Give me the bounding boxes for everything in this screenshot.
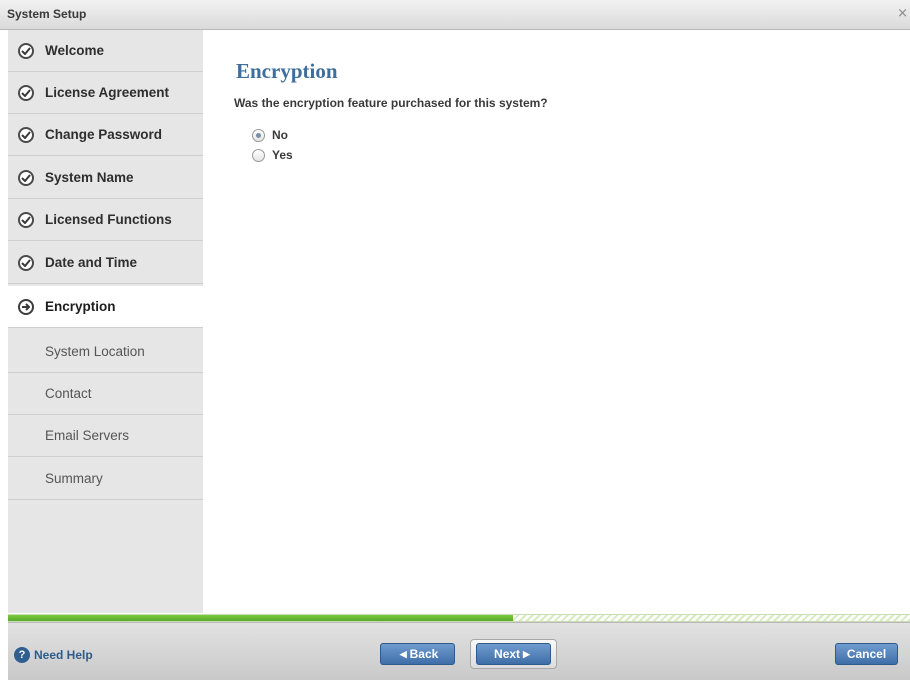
sidebar-item-label: Encryption (45, 299, 116, 314)
option-label: Yes (272, 148, 293, 162)
sidebar-item-label: Date and Time (45, 255, 138, 270)
next-label: Next (494, 647, 521, 661)
sidebar-item-label: Summary (45, 471, 103, 486)
back-button[interactable]: ◀ Back (380, 643, 455, 665)
arrow-left-icon: ◀ (399, 648, 407, 659)
option-label: No (272, 128, 288, 142)
footer: ? Need Help ◀ Back Next ▶ Cancel (8, 622, 910, 680)
sidebar-item-summary[interactable]: Summary (8, 458, 203, 500)
sidebar-item-change-password[interactable]: Change Password (8, 114, 203, 156)
option-yes[interactable]: Yes (252, 148, 293, 162)
sidebar-item-label: Email Servers (45, 428, 130, 443)
main-panel: Encryption Was the encryption feature pu… (203, 30, 910, 613)
sidebar-item-welcome[interactable]: Welcome (8, 30, 203, 72)
sidebar-item-date-and-time[interactable]: Date and Time (8, 242, 203, 284)
sidebar-item-license-agreement[interactable]: License Agreement (8, 72, 203, 114)
sidebar-item-email-servers[interactable]: Email Servers (8, 415, 203, 457)
sidebar: Welcome License Agreement Change Passwor… (8, 30, 203, 613)
back-label: Back (409, 647, 439, 661)
sidebar-item-label: Contact (45, 386, 92, 401)
sidebar-item-label: License Agreement (45, 85, 170, 100)
cancel-button[interactable]: Cancel (835, 643, 898, 665)
check-circle-icon (18, 169, 34, 186)
close-icon[interactable]: × (897, 6, 908, 21)
radio-button-no[interactable] (252, 128, 265, 142)
sidebar-item-licensed-functions[interactable]: Licensed Functions (8, 199, 203, 241)
sidebar-item-label: System Location (45, 344, 145, 359)
option-no[interactable]: No (252, 128, 288, 142)
window-title: System Setup (7, 7, 87, 21)
sidebar-item-label: Licensed Functions (45, 212, 172, 227)
check-circle-icon (18, 211, 34, 228)
need-help-label: Need Help (34, 648, 93, 662)
page-title: Encryption (236, 59, 338, 83)
sidebar-item-system-name[interactable]: System Name (8, 157, 203, 199)
progress-bar (8, 614, 910, 622)
sidebar-item-system-location[interactable]: System Location (8, 331, 203, 373)
sidebar-item-contact[interactable]: Contact (8, 373, 203, 415)
sidebar-item-label: Welcome (45, 43, 105, 58)
arrow-right-icon: ▶ (523, 648, 530, 659)
sidebar-item-label: System Name (45, 170, 134, 185)
check-circle-icon (18, 126, 34, 143)
sidebar-item-encryption[interactable]: Encryption (8, 286, 203, 328)
need-help-link[interactable]: ? Need Help (14, 647, 93, 663)
check-circle-icon (18, 254, 34, 271)
check-circle-icon (18, 42, 34, 59)
question-label: Was the encryption feature purchased for… (234, 96, 548, 110)
check-circle-icon (18, 84, 34, 101)
question-circle-icon: ? (14, 647, 30, 663)
radio-button-yes[interactable] (252, 148, 265, 162)
sidebar-item-label: Change Password (45, 127, 163, 142)
arrow-right-circle-icon (18, 298, 34, 315)
cancel-label: Cancel (846, 647, 887, 661)
title-bar: System Setup × (0, 0, 910, 30)
next-button[interactable]: Next ▶ (476, 643, 551, 665)
progress-fill (8, 615, 514, 621)
